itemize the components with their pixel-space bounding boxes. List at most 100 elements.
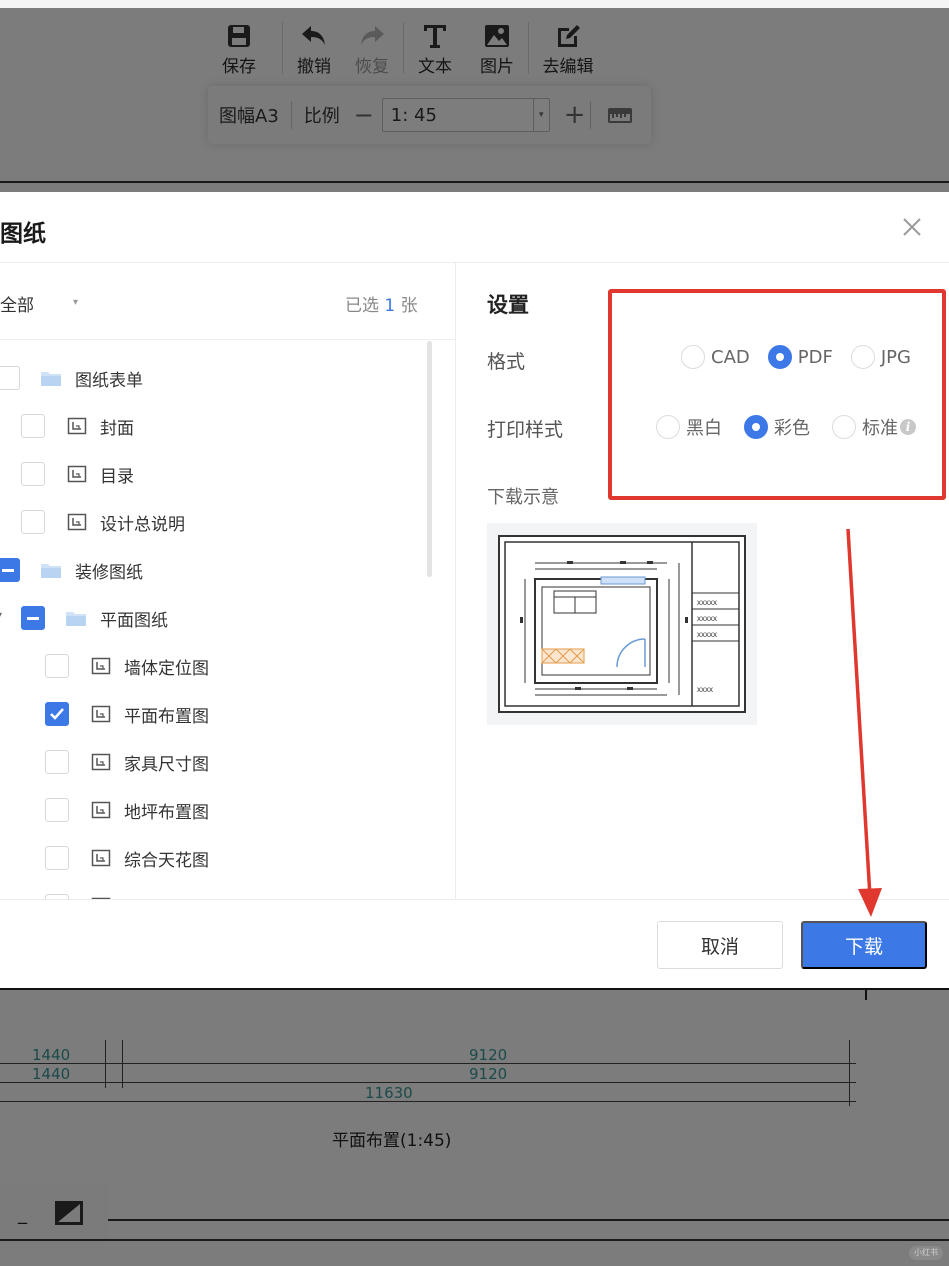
redo-icon — [361, 26, 384, 45]
preview-drawing: xxxxx xxxxx xxxxx xxxx — [498, 535, 746, 713]
drawing-sheet-icon — [91, 705, 111, 723]
save-label: 保存 — [222, 57, 256, 77]
image-button[interactable]: 图片 — [468, 10, 526, 78]
redo-button[interactable]: 恢复 — [343, 10, 401, 78]
folder-icon — [41, 372, 61, 386]
image-label: 图片 — [480, 57, 514, 77]
tree-item-label: 设计总说明 — [100, 514, 185, 535]
drawing-sheet-icon — [91, 657, 111, 675]
tree-item[interactable]: 图纸表单 — [0, 358, 143, 398]
undo-label: 撤销 — [297, 57, 331, 77]
drawing-border-line — [108, 1219, 949, 1221]
dimension-tick — [122, 1040, 123, 1088]
drawing-border-line — [865, 990, 867, 1000]
tree-item-label: 装修图纸 — [75, 562, 143, 583]
drawing-sheet-icon — [67, 513, 87, 531]
tree-item[interactable]: 地坪布置图 — [45, 790, 209, 830]
drawing-sheet-icon — [67, 417, 87, 435]
minimize-button[interactable]: _ — [18, 1204, 27, 1225]
tree-item-label: 封面 — [100, 418, 134, 439]
dimension-line — [0, 1082, 856, 1083]
download-button[interactable]: 下载 — [801, 921, 927, 969]
toolbar-divider — [282, 22, 283, 74]
drawing-border-line — [0, 1239, 949, 1241]
tree-item-label: 墙体定位图 — [124, 658, 209, 679]
edit-button[interactable]: 去编辑 — [539, 10, 597, 78]
undo-button[interactable]: 撤销 — [285, 10, 343, 78]
fill-icon[interactable] — [54, 1200, 84, 1226]
dimension-label: 11630 — [365, 1084, 413, 1102]
top-strip — [0, 0, 949, 8]
zoom-out-button[interactable]: − — [354, 101, 374, 129]
tree-checkbox[interactable] — [21, 510, 45, 534]
drawing-sheet-icon — [91, 849, 111, 867]
sheet-list-panel: 全部 ▾ 已选 1 张 图纸表单 封面 目录 设计总说明 装修图纸 平面图纸 墙体定位图 平面… — [0, 263, 456, 899]
tree-item-label: 综合天花图 — [124, 850, 209, 871]
redo-label: 恢复 — [355, 57, 389, 77]
drawing-border-line — [0, 181, 949, 183]
tree-item[interactable]: 墙体定位图 — [45, 646, 209, 686]
tree-item-label: 目录 — [100, 466, 134, 487]
check-icon — [50, 708, 64, 720]
selected-suffix: 张 — [395, 296, 418, 316]
toolbar-divider — [403, 22, 404, 74]
filter-divider — [0, 339, 455, 340]
tree-checkbox[interactable] — [45, 702, 69, 726]
dimension-label: 1440 — [32, 1065, 71, 1083]
editor-toolbar: 保存 撤销 恢复 文本 图片 去编辑 — [205, 10, 597, 80]
drawing-sheet-icon — [67, 465, 87, 483]
folder-icon — [66, 612, 86, 626]
tree-checkbox[interactable] — [0, 558, 20, 582]
preview-cell: xxxxx — [697, 614, 717, 623]
tree-checkbox[interactable] — [21, 414, 45, 438]
drawing-sheet-icon — [91, 753, 111, 771]
text-button[interactable]: 文本 — [406, 10, 464, 78]
chevron-down-icon[interactable]: ▾ — [73, 297, 78, 308]
scale-label: 比例 — [303, 106, 340, 127]
tree-item[interactable]: 平面图纸 — [21, 598, 168, 638]
tree-item[interactable]: 天花灯具对应图 — [45, 886, 243, 899]
paper-size-label[interactable]: 图幅A3 — [219, 102, 279, 128]
zoom-in-button[interactable]: + — [564, 100, 588, 130]
footer-divider — [0, 899, 949, 900]
dimension-line — [0, 1063, 856, 1064]
undo-icon — [302, 26, 325, 45]
drawing-sheet-icon — [91, 801, 111, 819]
tree-checkbox[interactable] — [45, 750, 69, 774]
tree-item[interactable]: 装修图纸 — [0, 550, 143, 590]
tree-checkbox[interactable] — [45, 654, 69, 678]
preview-cell: xxxx — [697, 685, 713, 694]
filter-select[interactable]: 全部 — [0, 291, 34, 316]
watermark: 小红书 — [909, 1246, 943, 1260]
tree-item[interactable]: 平面布置图 — [45, 694, 209, 734]
tree-checkbox[interactable] — [45, 846, 69, 870]
scrollbar-thumb[interactable] — [427, 341, 432, 577]
tree-item[interactable]: 封面 — [21, 406, 134, 446]
tree-checkbox[interactable] — [21, 606, 45, 630]
chevron-down-icon[interactable]: ▾ — [0, 610, 2, 621]
cancel-button[interactable]: 取消 — [657, 921, 783, 969]
dialog-title: 图纸 — [0, 221, 46, 247]
ruler-icon[interactable] — [607, 105, 633, 125]
close-icon[interactable] — [901, 216, 923, 238]
settings-title: 设置 — [487, 293, 529, 317]
tree-checkbox[interactable] — [45, 798, 69, 822]
scale-select[interactable]: 1: 45 ▾ — [381, 98, 550, 132]
text-label: 文本 — [418, 57, 452, 77]
folder-icon — [41, 564, 61, 578]
tree-item[interactable]: 综合天花图 — [45, 838, 209, 878]
tree-item-label: 平面图纸 — [100, 610, 168, 631]
preview-cell: xxxxx — [697, 598, 717, 607]
tree-item[interactable]: 家具尺寸图 — [45, 742, 209, 782]
tree-item[interactable]: 设计总说明 — [21, 502, 185, 542]
print-style-label: 打印样式 — [487, 419, 564, 441]
scalebar-divider — [290, 101, 292, 129]
image-icon — [485, 25, 509, 47]
tree-checkbox[interactable] — [0, 366, 20, 390]
dimension-label: 1440 — [32, 1046, 71, 1064]
tree-checkbox[interactable] — [21, 462, 45, 486]
preview-cell: xxxxx — [697, 630, 717, 639]
tree-item[interactable]: 目录 — [21, 454, 134, 494]
dimension-tick — [849, 1040, 850, 1106]
save-button[interactable]: 保存 — [210, 10, 268, 78]
